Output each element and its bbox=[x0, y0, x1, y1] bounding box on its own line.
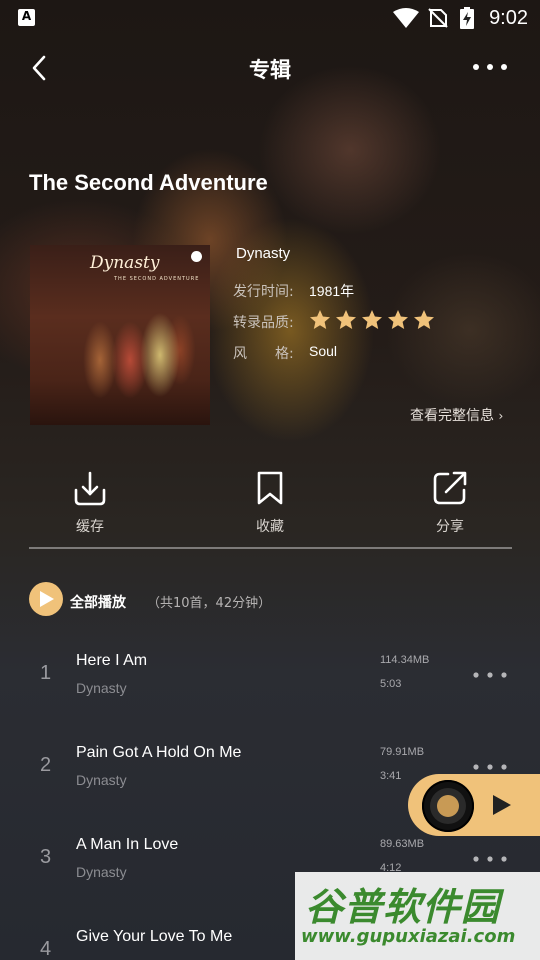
quality-rating bbox=[310, 310, 435, 333]
full-info-label: 查看完整信息 bbox=[410, 408, 494, 424]
chevron-right-icon: › bbox=[498, 409, 504, 423]
star-icon bbox=[388, 310, 409, 329]
track-more-button[interactable] bbox=[468, 666, 512, 684]
genre-label: 风 格: bbox=[233, 346, 294, 362]
star-icon bbox=[336, 310, 357, 329]
no-sim-icon bbox=[428, 8, 448, 28]
play-icon[interactable] bbox=[492, 794, 512, 816]
star-icon bbox=[362, 310, 383, 329]
share-label: 分享 bbox=[436, 519, 464, 535]
track-size: 114.34MB bbox=[380, 654, 430, 666]
play-all-circle bbox=[29, 582, 63, 616]
more-horizontal-icon bbox=[473, 856, 507, 862]
track-number: 1 bbox=[40, 662, 52, 684]
watermark-url: www.gupuxiazai.com bbox=[301, 926, 516, 947]
track-artist: Dynasty bbox=[76, 772, 127, 788]
download-icon bbox=[74, 471, 106, 506]
status-bar: A 9:02 bbox=[0, 0, 540, 36]
page-title: 专辑 bbox=[249, 58, 291, 82]
release-value: 1981年 bbox=[309, 283, 355, 299]
more-options-button[interactable] bbox=[466, 52, 514, 82]
track-artist: Dynasty bbox=[76, 680, 127, 696]
album-artist: Dynasty bbox=[236, 245, 291, 262]
star-icon bbox=[310, 310, 330, 329]
track-size: 79.91MB bbox=[380, 746, 425, 758]
star-icon bbox=[414, 310, 435, 329]
album-title: The Second Adventure bbox=[29, 170, 268, 195]
track-title: Give Your Love To Me bbox=[76, 928, 233, 945]
wifi-icon bbox=[393, 8, 419, 28]
track-title: A Man In Love bbox=[76, 836, 179, 853]
track-row[interactable]: 1 Here I Am Dynasty 114.34MB 5:03 bbox=[0, 634, 540, 726]
cover-logo-text: Dynasty bbox=[90, 253, 160, 273]
track-more-button[interactable] bbox=[468, 850, 512, 868]
mini-player[interactable] bbox=[408, 774, 540, 836]
track-number: 4 bbox=[40, 938, 52, 960]
vinyl-label bbox=[437, 795, 459, 817]
vinyl-disc-icon bbox=[422, 780, 474, 832]
play-all-label: 全部播放 bbox=[70, 595, 126, 611]
cache-label: 缓存 bbox=[76, 519, 104, 535]
track-artist: Dynasty bbox=[76, 864, 127, 880]
track-title: Here I Am bbox=[76, 652, 148, 669]
share-icon bbox=[433, 471, 467, 505]
share-button[interactable]: 分享 bbox=[405, 470, 495, 536]
full-info-link[interactable]: 查看完整信息 › bbox=[410, 405, 503, 425]
track-number: 2 bbox=[40, 754, 52, 776]
cover-subtitle-text: THE SECOND ADVENTURE bbox=[114, 276, 200, 282]
play-all-button[interactable]: 全部播放 （共10首，42分钟） bbox=[29, 582, 349, 618]
release-label: 发行时间: bbox=[233, 284, 294, 300]
back-button[interactable] bbox=[24, 50, 60, 86]
bookmark-icon bbox=[257, 471, 283, 505]
more-horizontal-icon bbox=[473, 64, 507, 70]
notification-app-icon: A bbox=[18, 9, 35, 26]
track-size: 89.63MB bbox=[380, 838, 425, 850]
chevron-left-icon bbox=[32, 55, 46, 81]
more-horizontal-icon bbox=[473, 672, 507, 678]
track-duration: 5:03 bbox=[380, 678, 402, 690]
track-duration: 3:41 bbox=[380, 770, 402, 782]
watermark: 谷普软件园 www.gupuxiazai.com bbox=[295, 872, 540, 960]
album-cover: Dynasty THE SECOND ADVENTURE bbox=[30, 245, 210, 425]
play-icon bbox=[40, 591, 54, 607]
cache-button[interactable]: 缓存 bbox=[45, 470, 135, 536]
favorite-label: 收藏 bbox=[256, 519, 284, 535]
cover-dot-mark bbox=[191, 251, 202, 262]
track-title: Pain Got A Hold On Me bbox=[76, 744, 242, 761]
battery-charging-icon bbox=[460, 7, 474, 29]
favorite-button[interactable]: 收藏 bbox=[225, 470, 315, 536]
track-count-text: （共10首，42分钟） bbox=[147, 596, 272, 611]
genre-value: Soul bbox=[309, 343, 338, 359]
track-number: 3 bbox=[40, 846, 52, 868]
watermark-title: 谷普软件园 bbox=[305, 885, 501, 929]
quality-label: 转录品质: bbox=[233, 315, 294, 331]
clock-time: 9:02 bbox=[489, 7, 528, 29]
section-divider bbox=[29, 547, 512, 549]
